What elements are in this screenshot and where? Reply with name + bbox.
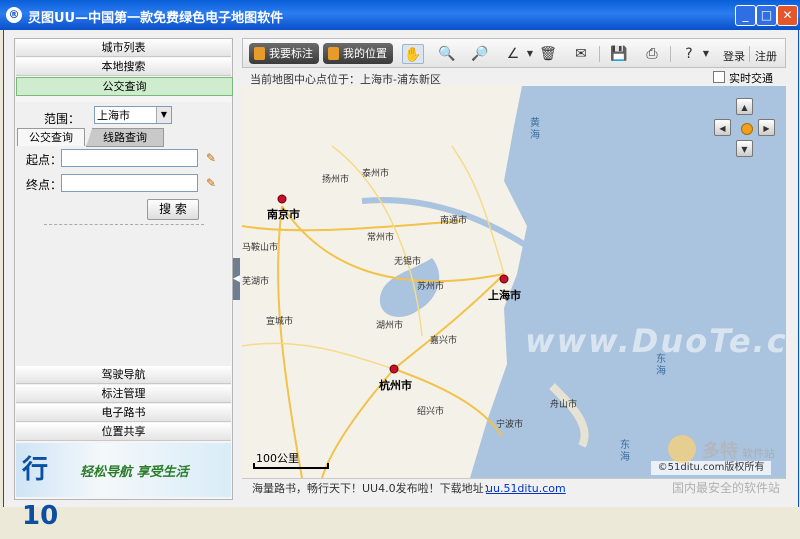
city-label[interactable]: 苏州市 (417, 279, 444, 292)
sea-label: 黄海 (530, 118, 540, 141)
city-label[interactable]: 湖州市 (376, 318, 403, 331)
city-label[interactable]: 宣城市 (266, 314, 293, 327)
menu-driving-nav[interactable]: 驾驶导航 (16, 366, 231, 384)
watermark-logo-icon (668, 435, 696, 463)
traffic-label: 实时交通 (729, 72, 773, 85)
pin-icon[interactable]: ✎ (206, 177, 218, 189)
bus-query-panel: 范围： 上海市 ▼ 公交查询 线路查询 起点： ✎ 终点： ✎ 搜 索 (16, 102, 231, 404)
city-label[interactable]: 嘉兴市 (430, 333, 457, 346)
pan-left-icon[interactable]: ◀ (714, 119, 731, 136)
close-button[interactable]: ✕ (777, 5, 798, 26)
person-icon (328, 47, 339, 60)
end-input[interactable] (61, 174, 198, 192)
my-location-label: 我的位置 (343, 47, 387, 60)
pin-icon (254, 47, 265, 60)
city-label[interactable]: 马鞍山市 (242, 240, 278, 253)
delete-icon[interactable]: 🗑 (537, 44, 559, 64)
toolbar-divider (749, 46, 750, 62)
print-icon[interactable]: ⎙ (641, 44, 663, 64)
menu-local-search[interactable]: 本地搜索 (16, 58, 231, 76)
watermark-brand: 多特 (702, 441, 738, 462)
map-view[interactable]: www.DuoTe.com 南京市 上海市 杭州市 扬州市 泰州市 南通市 常州… (242, 86, 786, 478)
city-label[interactable]: 舟山市 (550, 397, 577, 410)
my-location-button[interactable]: 我的位置 (323, 43, 393, 64)
banner[interactable]: 行 10 轻松导航 享受生活 (16, 443, 231, 531)
map-center-info: 当前地图中心点位于：上海市-浦东新区 (250, 73, 441, 86)
menu-city-list[interactable]: 城市列表 (16, 39, 231, 57)
city-label[interactable]: 芜湖市 (242, 274, 269, 287)
sea-label: 东海 (620, 440, 630, 463)
traffic-toggle[interactable]: 实时交通 (713, 70, 773, 86)
mark-button[interactable]: 我要标注 (249, 43, 319, 64)
search-button[interactable]: 搜 索 (147, 199, 199, 220)
panel-splitter[interactable]: ◀ (233, 258, 240, 300)
range-select[interactable]: 上海市 ▼ (94, 106, 172, 124)
city-shanghai[interactable]: 上海市 (488, 287, 521, 303)
site-watermark: 多特 软件站 国内最安全的软件站 (666, 433, 796, 495)
menu-location-share[interactable]: 位置共享 (16, 423, 231, 441)
range-value: 上海市 (97, 109, 130, 122)
start-label: 起点： (26, 153, 63, 167)
login-link[interactable]: 登录 (723, 48, 745, 64)
status-text: 海量路书，畅行天下！UU4.0发布啦！下载地址： (252, 482, 495, 495)
menu-bus-query[interactable]: 公交查询 (16, 77, 233, 96)
tab-line-query[interactable]: 线路查询 (86, 128, 164, 147)
range-label: 范围： (44, 112, 81, 126)
maximize-button[interactable]: □ (756, 5, 777, 26)
mark-button-label: 我要标注 (269, 47, 313, 60)
city-label[interactable]: 常州市 (367, 230, 394, 243)
window-title: 灵图UU—中国第一款免费绿色电子地图软件 (28, 11, 284, 26)
chevron-down-icon[interactable]: ▼ (156, 107, 171, 123)
left-panel: 城市列表 本地搜索 公交查询 范围： 上海市 ▼ 公交查询 线路查询 起点： ✎… (14, 38, 233, 531)
city-label[interactable]: 南通市 (440, 213, 467, 226)
pan-right-icon[interactable]: ▶ (758, 119, 775, 136)
mail-icon[interactable]: ✉ (570, 44, 592, 64)
traffic-checkbox[interactable] (713, 71, 725, 83)
register-link[interactable]: 注册 (755, 48, 777, 64)
save-icon[interactable]: 💾 (608, 44, 630, 64)
start-input[interactable] (61, 149, 198, 167)
minimize-button[interactable]: _ (735, 5, 756, 26)
city-label[interactable]: 扬州市 (322, 172, 349, 185)
map-toolbar: 我要标注 我的位置 ✋ 🔍 🔎 ∠ ▼ 🗑 ✉ 💾 ⎙ ? ▼ 登录 注册 (242, 38, 786, 68)
tab-bus-query[interactable]: 公交查询 (17, 128, 85, 146)
menu-road-book[interactable]: 电子路书 (16, 404, 231, 422)
city-label[interactable]: 绍兴市 (417, 404, 444, 417)
city-label[interactable]: 泰州市 (362, 166, 389, 179)
download-link[interactable]: uu.51ditu.com (486, 479, 566, 499)
city-label[interactable]: 无锡市 (394, 254, 421, 267)
title-bar: ® 灵图UU—中国第一款免费绿色电子地图软件 _ □ ✕ (0, 0, 800, 30)
pan-center-icon[interactable] (741, 123, 753, 135)
toolbar-divider (599, 46, 600, 62)
watermark-brand-small: 软件站 (742, 447, 775, 460)
city-label[interactable]: 宁波市 (496, 417, 523, 430)
pan-down-icon[interactable]: ▼ (736, 140, 753, 157)
city-hangzhou[interactable]: 杭州市 (379, 377, 412, 393)
divider (44, 224, 204, 225)
app-icon: ® (6, 7, 22, 23)
banner-slogan: 轻松导航 享受生活 (80, 465, 189, 480)
banner-logo: 行 10 (22, 455, 59, 531)
toolbar-divider (670, 46, 671, 62)
pan-up-icon[interactable]: ▲ (736, 98, 753, 115)
city-nanjing[interactable]: 南京市 (267, 206, 300, 222)
end-label: 终点： (26, 178, 63, 192)
zoom-in-icon[interactable]: 🔍 (436, 44, 458, 64)
scale-bar (253, 463, 329, 469)
pan-hand-icon[interactable]: ✋ (402, 44, 424, 64)
chevron-down-icon[interactable]: ▼ (695, 44, 717, 64)
zoom-out-icon[interactable]: 🔎 (469, 44, 491, 64)
sea-label: 东海 (656, 354, 666, 377)
menu-mark-manage[interactable]: 标注管理 (16, 385, 231, 403)
watermark-tagline: 国内最安全的软件站 (672, 481, 781, 495)
pin-icon[interactable]: ✎ (206, 152, 218, 164)
